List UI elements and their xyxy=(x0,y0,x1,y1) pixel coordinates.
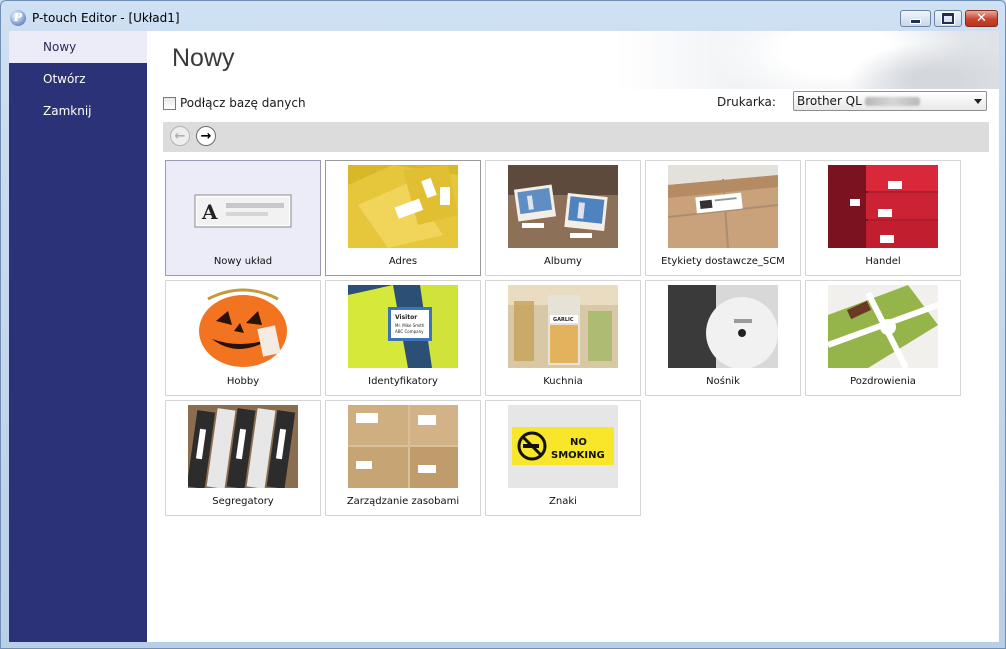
sidebar-item-nowy[interactable]: Nowy xyxy=(9,31,147,63)
parcel-photo xyxy=(668,165,778,248)
template-label: Handel xyxy=(865,256,901,267)
template-tile-adres[interactable]: Adres xyxy=(325,160,481,276)
app-icon[interactable]: P xyxy=(10,10,26,26)
envelopes-photo xyxy=(348,165,458,248)
template-label: Segregatory xyxy=(212,496,274,507)
sidebar: Nowy Otwórz Zamknij xyxy=(9,31,147,642)
window-title: P-touch Editor - [Układ1] xyxy=(32,11,180,25)
template-tile-segregatory[interactable]: Segregatory xyxy=(165,400,321,516)
printer-value: Brother QL xyxy=(797,94,862,108)
template-tile-handel[interactable]: Handel xyxy=(805,160,961,276)
binders-photo xyxy=(188,405,298,488)
template-label: Adres xyxy=(388,256,418,267)
sign-text-line1: NO xyxy=(570,437,587,448)
template-label: Zarządzanie zasobami xyxy=(346,496,460,507)
navigation-bar: ← → xyxy=(163,122,989,152)
page-title: Nowy xyxy=(172,44,235,72)
badge-visitor-text: Visitor xyxy=(395,314,417,321)
new-layout-icon: A xyxy=(188,165,298,248)
template-tile-albumy[interactable]: Albumy xyxy=(485,160,641,276)
arrow-right-icon: → xyxy=(200,128,212,144)
maximize-icon xyxy=(942,13,954,24)
printer-label: Drukarka: xyxy=(717,95,776,109)
printer-select[interactable]: Brother QL xyxy=(793,91,987,111)
main-panel: Nowy Podłącz bazę danych Drukarka: Broth… xyxy=(147,31,999,642)
app-window: P P-touch Editor - [Układ1] ✕ Nowy Otwór… xyxy=(0,0,1006,649)
forward-button[interactable]: → xyxy=(196,126,216,146)
template-label: Nośnik xyxy=(706,376,740,387)
title-bar[interactable]: P P-touch Editor - [Układ1] ✕ xyxy=(1,1,1005,31)
dropdown-arrow-icon[interactable] xyxy=(974,99,982,104)
template-tile-hobby[interactable]: Hobby xyxy=(165,280,321,396)
template-label: Albumy xyxy=(544,256,582,267)
back-button[interactable]: ← xyxy=(170,126,190,146)
visitor-badge-photo: Visitor Mr. Mike Smith ABC Company xyxy=(348,285,458,368)
album-photo xyxy=(508,165,618,248)
template-tile-pozdrowienia[interactable]: Pozdrowienia xyxy=(805,280,961,396)
disc-photo xyxy=(668,285,778,368)
cartons-photo xyxy=(348,405,458,488)
jar-label-text: GARLIC xyxy=(553,317,574,323)
sidebar-item-zamknij[interactable]: Zamknij xyxy=(9,95,147,127)
maximize-button[interactable] xyxy=(934,10,962,27)
template-tile-kuchnia[interactable]: GARLIC Kuchnia xyxy=(485,280,641,396)
arrow-left-icon: ← xyxy=(174,128,186,144)
no-smoking-sign-photo: NO SMOKING xyxy=(508,405,618,488)
sidebar-item-otworz[interactable]: Otwórz xyxy=(9,63,147,95)
template-tile-identyfikatory[interactable]: Visitor Mr. Mike Smith ABC Company Ident… xyxy=(325,280,481,396)
template-label: Hobby xyxy=(226,376,260,387)
template-label: Pozdrowienia xyxy=(850,376,916,387)
template-tile-nowy-uklad[interactable]: A Nowy układ xyxy=(165,160,321,276)
template-tile-nosnik[interactable]: Nośnik xyxy=(645,280,801,396)
template-label: Identyfikatory xyxy=(368,376,438,387)
close-icon: ✕ xyxy=(976,11,987,26)
svg-text:A: A xyxy=(201,200,218,224)
pumpkin-photo xyxy=(188,285,298,368)
badge-company-text: ABC Company xyxy=(395,329,424,334)
template-label: Etykiety dostawcze_SCM xyxy=(661,256,785,267)
minimize-icon xyxy=(910,19,921,24)
connect-database-option[interactable]: Podłącz bazę danych xyxy=(163,96,306,110)
printer-model-redacted xyxy=(864,97,920,106)
template-tile-zarzadzanie-zasobami[interactable]: Zarządzanie zasobami xyxy=(325,400,481,516)
badge-name-text: Mr. Mike Smith xyxy=(395,323,425,328)
connect-database-checkbox[interactable] xyxy=(163,96,176,110)
connect-database-label[interactable]: Podłącz bazę danych xyxy=(180,96,306,110)
client-area: Nowy Otwórz Zamknij Nowy Podłącz bazę da… xyxy=(9,31,999,642)
shelf-boxes-photo xyxy=(828,165,938,248)
header-banner: Nowy xyxy=(147,31,999,89)
gift-photo xyxy=(828,285,938,368)
template-tile-znaki[interactable]: NO SMOKING Znaki xyxy=(485,400,641,516)
minimize-button[interactable] xyxy=(900,10,931,27)
template-label: Znaki xyxy=(549,496,577,507)
template-label: Nowy układ xyxy=(213,256,273,267)
close-button[interactable]: ✕ xyxy=(965,10,998,27)
template-tile-etykiety-dostawcze-scm[interactable]: Etykiety dostawcze_SCM xyxy=(645,160,801,276)
jars-photo: GARLIC xyxy=(508,285,618,368)
template-label: Kuchnia xyxy=(543,376,583,387)
sign-text-line2: SMOKING xyxy=(551,450,605,461)
